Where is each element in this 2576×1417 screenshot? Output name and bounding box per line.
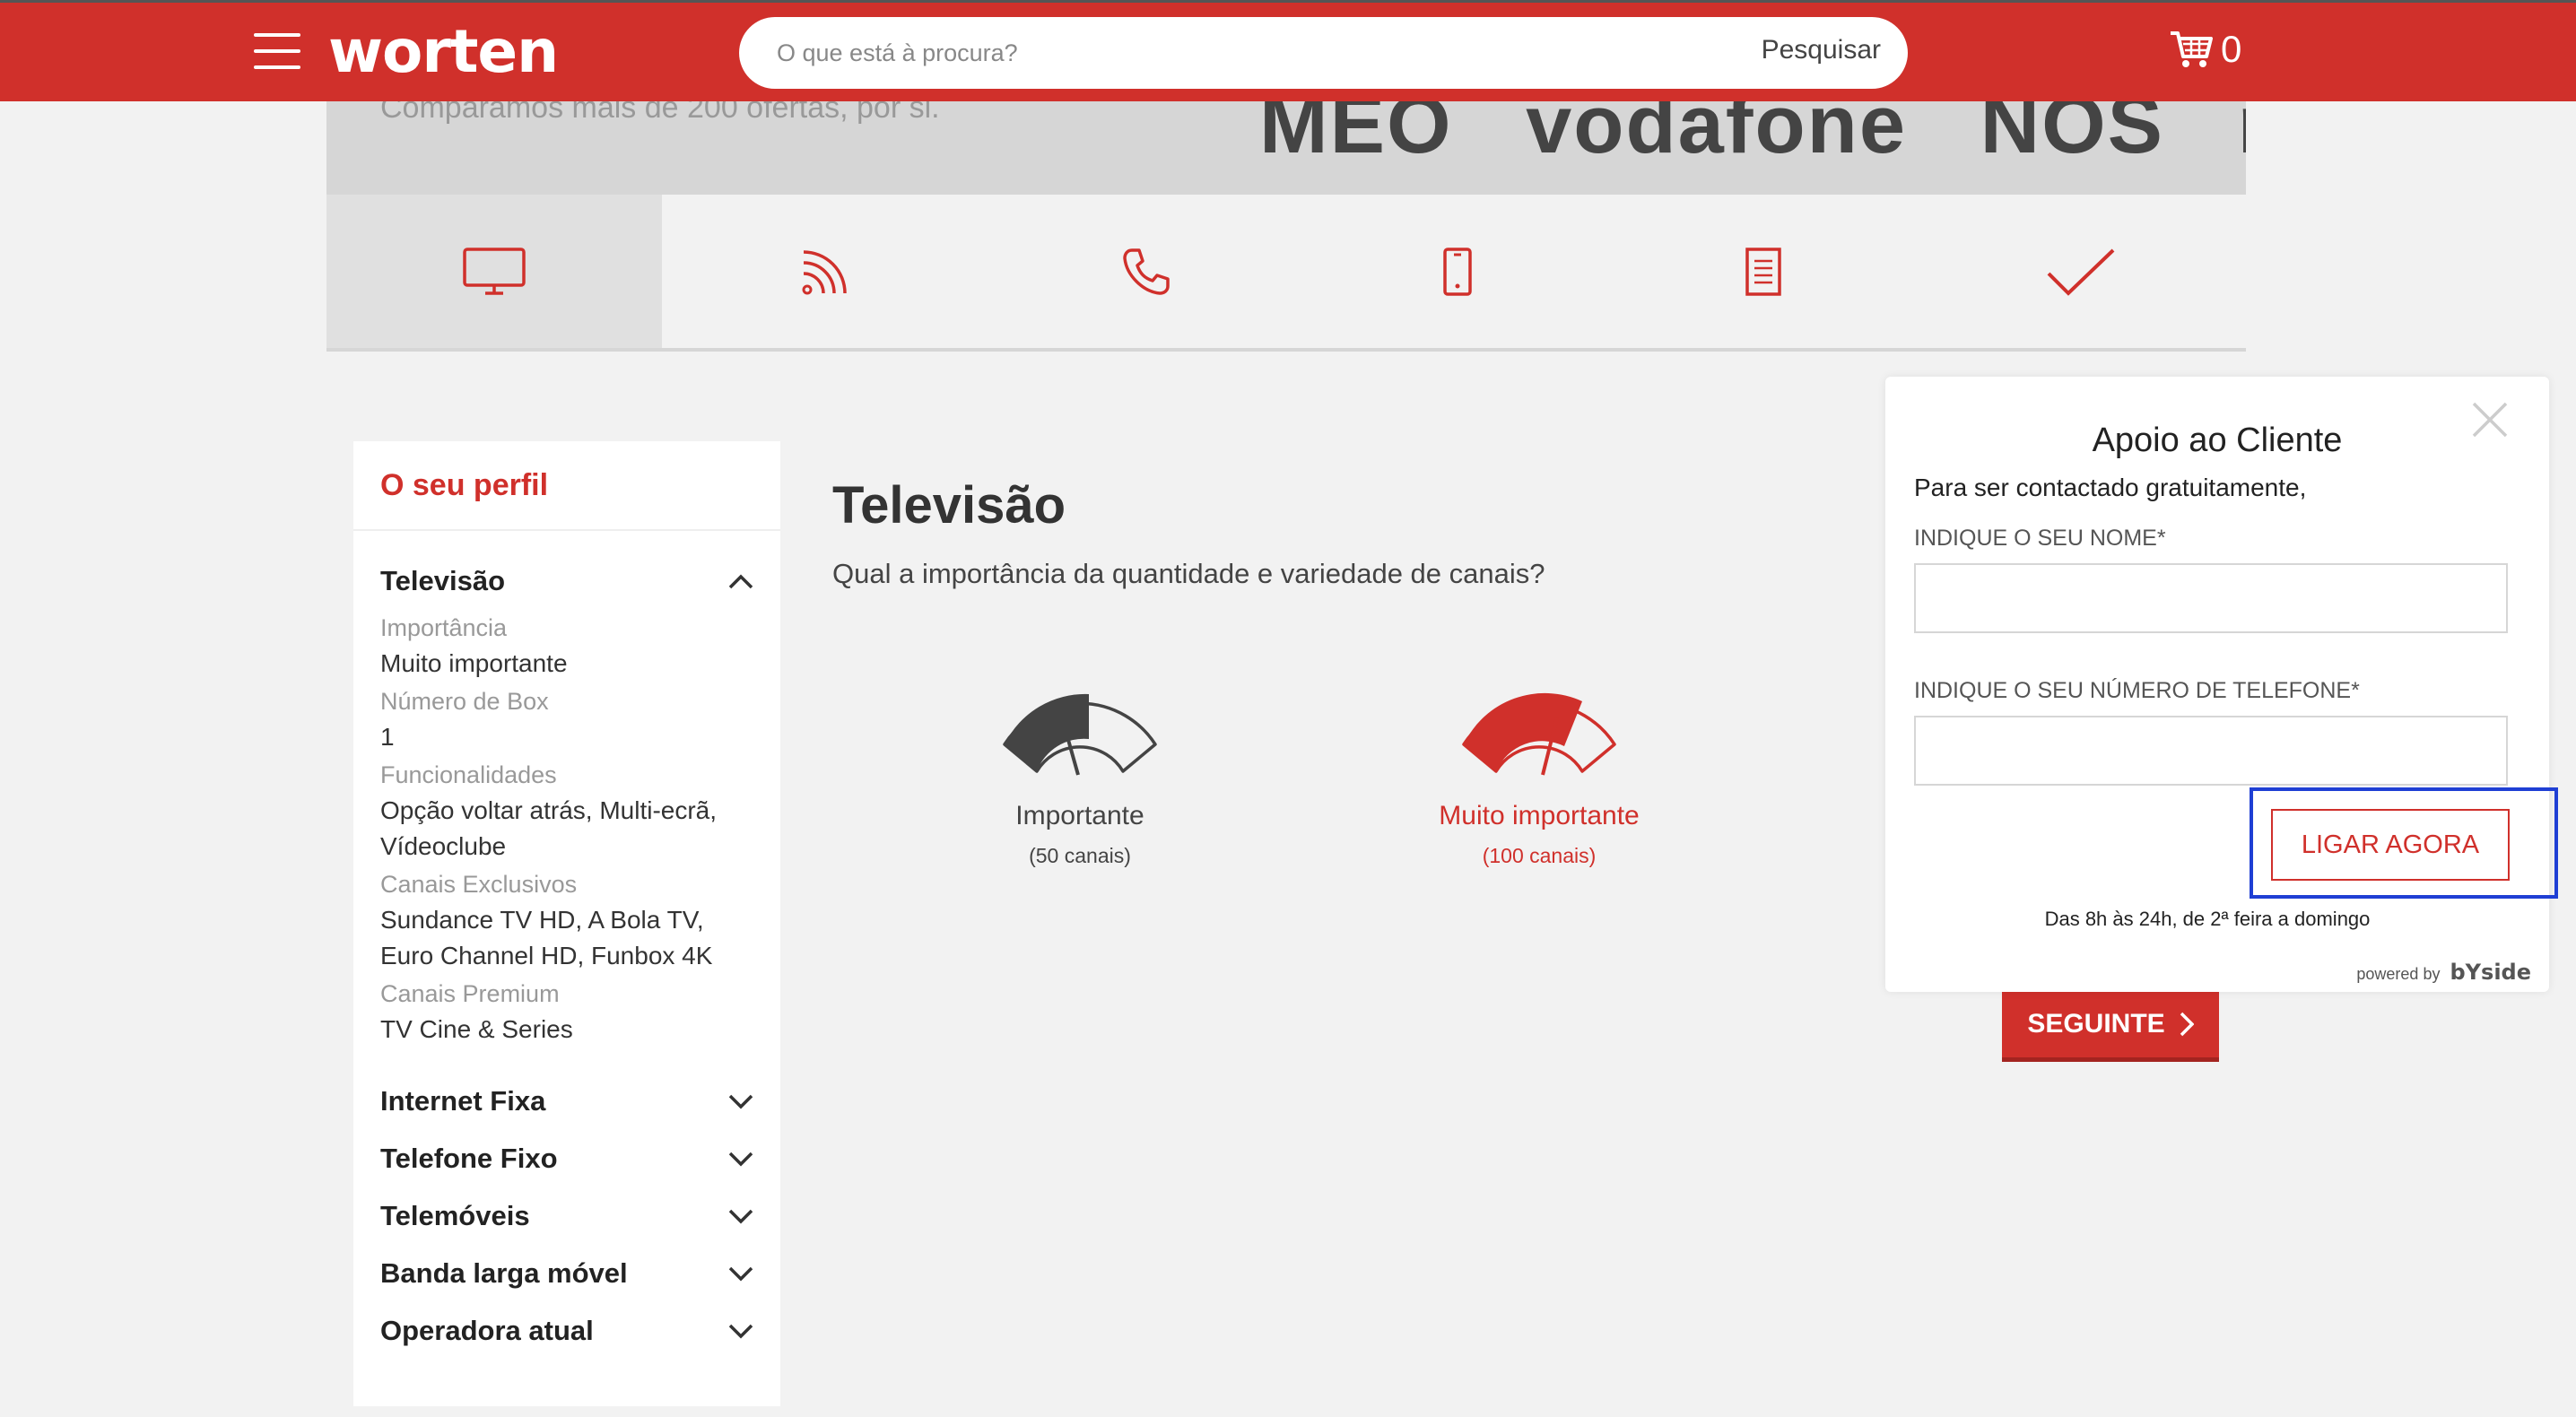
search-button[interactable]: Pesquisar: [1762, 35, 1881, 65]
option-muito-importante[interactable]: Muito importante (100 canais): [1405, 682, 1674, 868]
byside-logo: bYside: [2450, 960, 2531, 985]
page-title: Televisão: [832, 476, 1066, 535]
section-operadora-atual[interactable]: Operadora atual: [353, 1302, 780, 1360]
call-now-button[interactable]: LIGAR AGORA: [2271, 809, 2510, 881]
option-label: Muito importante: [1439, 801, 1640, 830]
section-telemoveis[interactable]: Telemóveis: [353, 1187, 780, 1245]
detail-value: Sundance TV HD, A Bola TV, Euro Channel …: [380, 906, 713, 969]
support-hours: Das 8h às 24h, de 2ª feira a domingo: [2044, 908, 2371, 930]
search-input[interactable]: [777, 33, 1674, 73]
question-text: Qual a importância da quantidade e varie…: [832, 558, 1545, 589]
detail-label: Importância: [380, 614, 508, 641]
option-sublabel: (100 canais): [1482, 844, 1597, 867]
section-label: Banda larga móvel: [380, 1257, 628, 1289]
tab-internet[interactable]: [662, 195, 988, 348]
wifi-signal-icon: [802, 249, 847, 294]
tab-television[interactable]: [326, 195, 662, 348]
vodafone-logo: vodafone: [1526, 101, 1908, 170]
detail-value: TV Cine & Series: [380, 1015, 573, 1043]
chevron-up-icon: [728, 574, 753, 589]
option-sublabel: (50 canais): [1029, 844, 1131, 867]
detail-label: Número de Box: [380, 688, 549, 715]
mobile-phone-icon: [1443, 247, 1472, 296]
document-icon: [1745, 247, 1781, 296]
phone-icon: [1123, 248, 1170, 295]
popup-subtitle: Para ser contactado gratuitamente,: [1914, 474, 2307, 501]
customer-support-popup: Apoio ao Cliente Para ser contactado gra…: [1885, 377, 2558, 992]
section-label: Televisão: [380, 565, 506, 596]
next-button[interactable]: SEGUINTE: [2002, 990, 2219, 1062]
phone-field[interactable]: [1914, 716, 2508, 786]
section-label: Internet Fixa: [380, 1085, 546, 1117]
option-importante[interactable]: Importante (50 canais): [945, 682, 1214, 868]
section-label: Operadora atual: [380, 1315, 594, 1346]
worten-logo[interactable]: worten: [328, 17, 559, 86]
sidebar-title: O seu perfil: [353, 441, 780, 531]
detail-value: 1: [380, 723, 395, 751]
detail-label: Canais Premium: [380, 980, 560, 1007]
tab-mobile[interactable]: [1304, 195, 1611, 348]
section-television[interactable]: Televisão: [353, 554, 780, 608]
nowo-logo: nowo: [2238, 101, 2246, 170]
powered-by-text: powered by: [2356, 965, 2441, 983]
banner-tagline: Comparamos mais de 200 ofertas, por si.: [380, 101, 940, 125]
tv-icon: [463, 247, 526, 295]
tab-documents[interactable]: [1611, 195, 1916, 348]
chevron-down-icon: [728, 1152, 753, 1167]
category-tabs: [326, 195, 2246, 352]
name-field[interactable]: [1914, 563, 2508, 633]
section-banda-larga-movel[interactable]: Banda larga móvel: [353, 1245, 780, 1302]
powered-by: powered by bYside: [2356, 960, 2531, 985]
section-internet-fixa[interactable]: Internet Fixa: [353, 1073, 780, 1130]
nos-logo: NOS: [1980, 101, 2164, 170]
meo-logo: MEO: [1259, 101, 1453, 170]
chevron-down-icon: [728, 1266, 753, 1282]
cart-button[interactable]: 0: [2169, 24, 2258, 78]
next-button-label: SEGUINTE: [2027, 1008, 2165, 1039]
gauge-icon: [1003, 693, 1157, 776]
popup-title: Apoio ao Cliente: [2092, 422, 2343, 459]
tab-summary[interactable]: [1916, 195, 2246, 348]
section-telefone-fixo[interactable]: Telefone Fixo: [353, 1130, 780, 1187]
section-label: Telemóveis: [380, 1200, 530, 1231]
operator-logos: MEO vodafone NOS nowo: [1259, 101, 2246, 172]
chevron-right-icon: [2180, 1012, 2194, 1036]
phone-label: INDIQUE O SEU NÚMERO DE TELEFONE*: [1914, 678, 2360, 703]
gauge-icon: [1462, 692, 1616, 776]
cart-count: 0: [2221, 28, 2242, 70]
option-label: Importante: [1015, 801, 1144, 830]
television-details: Importância Muito importante Número de B…: [353, 610, 780, 1048]
detail-label: Canais Exclusivos: [380, 871, 578, 898]
top-header: worten Pesquisar 0: [0, 0, 2576, 101]
menu-icon[interactable]: [254, 33, 303, 71]
chevron-down-icon: [728, 1094, 753, 1109]
chevron-down-icon: [728, 1209, 753, 1224]
search-bar: Pesquisar: [739, 17, 1908, 89]
chevron-down-icon: [728, 1324, 753, 1339]
name-label: INDIQUE O SEU NOME*: [1914, 526, 2166, 551]
cart-icon: [2171, 31, 2213, 67]
section-label: Telefone Fixo: [380, 1143, 558, 1174]
detail-value: Opção voltar atrás, Multi-ecrã, Vídeoclu…: [380, 796, 718, 860]
operators-banner: Comparamos mais de 200 ofertas, por si. …: [326, 101, 2246, 195]
checkmark-icon: [2047, 248, 2115, 296]
profile-sidebar: O seu perfil Televisão Importância Muito…: [353, 441, 780, 1406]
tab-landline[interactable]: [988, 195, 1304, 348]
detail-label: Funcionalidades: [380, 761, 557, 788]
detail-value: Muito importante: [380, 649, 568, 677]
